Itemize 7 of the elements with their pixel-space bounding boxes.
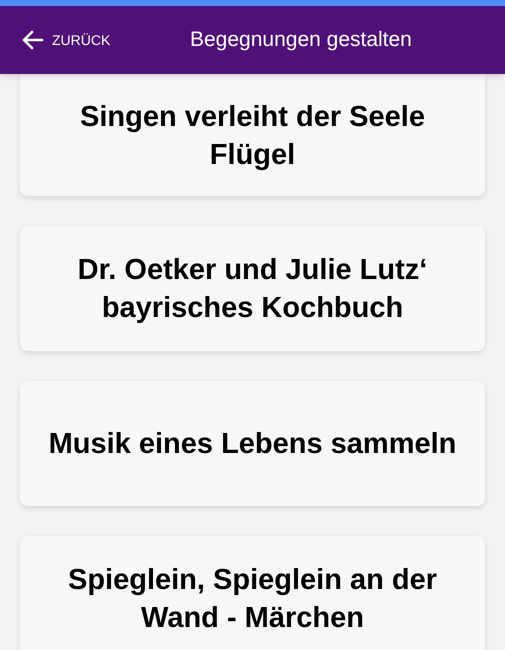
topic-card[interactable]: Musik eines Lebens sammeln: [20, 381, 485, 506]
topic-card[interactable]: Singen verleiht der Seele Flügel: [20, 74, 485, 196]
back-button[interactable]: ZURÜCK: [22, 22, 172, 58]
back-arrow-icon: [22, 30, 44, 50]
topic-card[interactable]: Spieglein, Spieglein an der Wand - Märchen: [20, 536, 485, 650]
topic-card[interactable]: Dr. Oetker und Julie Lutz‘ bayrisches Kochbuch: [20, 226, 485, 351]
page-title: Begegnungen gestalten: [190, 27, 412, 54]
